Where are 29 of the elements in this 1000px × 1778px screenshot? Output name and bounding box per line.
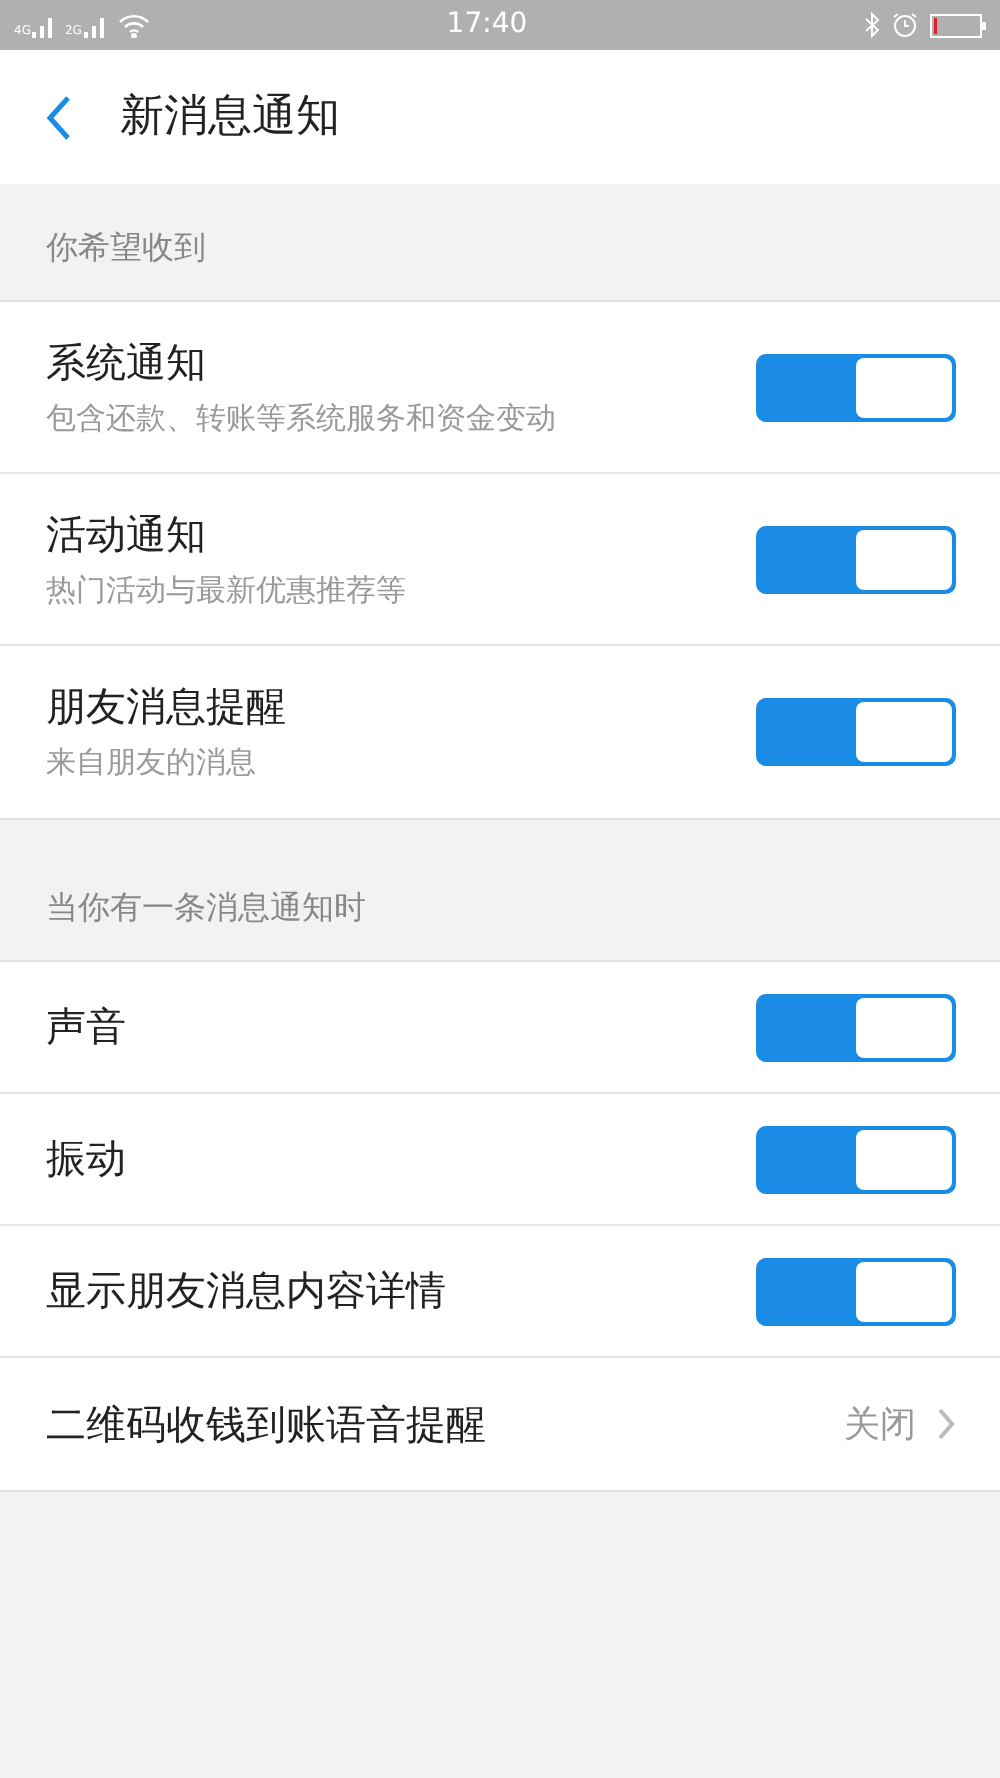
toggle-switch[interactable]	[756, 993, 956, 1061]
signal-icon	[32, 17, 57, 37]
toggle-switch[interactable]	[756, 698, 956, 766]
setting-description: 包含还款、转账等系统服务和资金变动	[46, 399, 558, 437]
setting-value[interactable]: 关闭	[844, 1397, 916, 1451]
clock-time: 17:40	[446, 6, 530, 44]
section-header: 你希望收到	[46, 226, 206, 270]
section-header: 当你有一条消息通知时	[46, 886, 366, 930]
toggle-switch[interactable]	[756, 353, 956, 421]
setting-description: 热门活动与最新优惠推荐等	[46, 571, 408, 609]
setting-label: 二维码收钱到账语音提醒	[46, 1399, 488, 1449]
toggle-switch[interactable]	[756, 1257, 956, 1325]
setting-label: 显示朋友消息内容详情	[46, 1266, 448, 1316]
setting-label: 系统通知	[46, 337, 208, 388]
battery-icon	[930, 13, 986, 37]
wifi-icon	[117, 13, 150, 37]
signal-icon	[83, 17, 108, 37]
setting-label: 朋友消息提醒	[46, 682, 288, 733]
toggle-switch[interactable]	[756, 1125, 956, 1193]
bluetooth-icon	[864, 12, 880, 38]
setting-label: 振动	[46, 1134, 128, 1184]
chevron-right-icon[interactable]	[936, 1406, 956, 1442]
page-title: 新消息通知	[120, 90, 340, 146]
setting-description: 来自朋友的消息	[46, 744, 258, 782]
setting-label: 声音	[46, 1002, 128, 1052]
toggle-switch[interactable]	[756, 525, 956, 593]
alarm-icon	[892, 12, 918, 38]
setting-label: 活动通知	[46, 509, 208, 560]
back-icon[interactable]	[44, 93, 72, 141]
